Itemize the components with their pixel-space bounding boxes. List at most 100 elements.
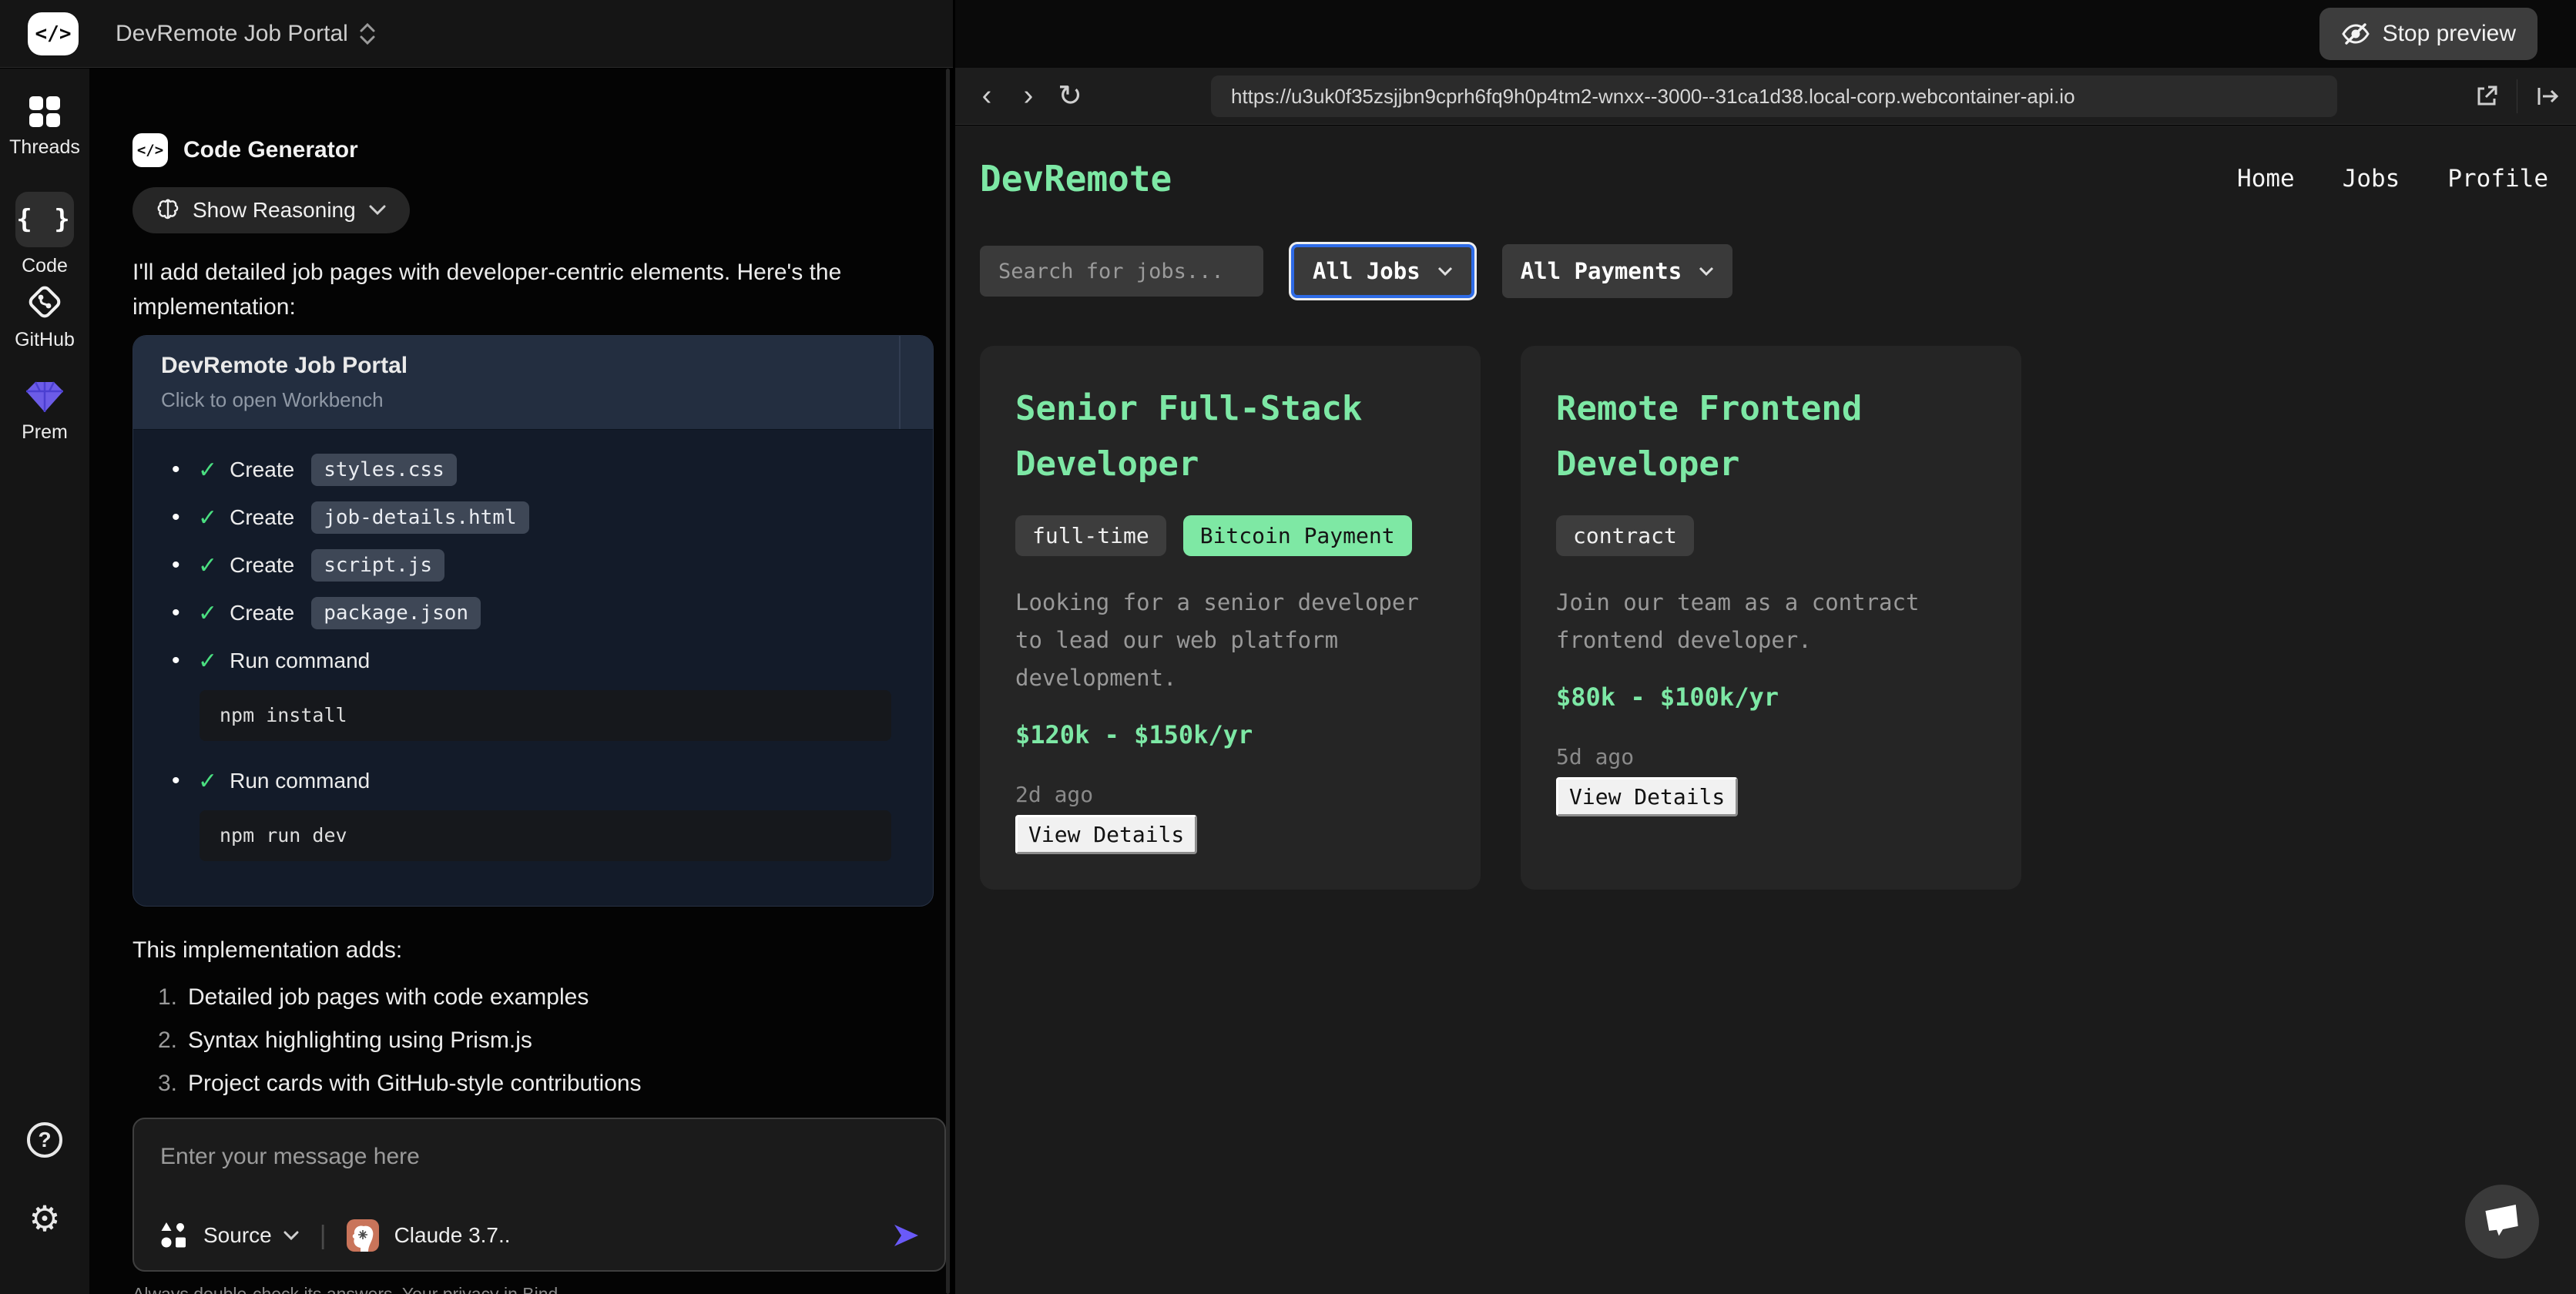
job-posted: 5d ago [1556, 744, 1986, 769]
chat-panel: </> Code Generator Show Reasoning I'll a… [89, 69, 946, 1294]
job-tags: full-time Bitcoin Payment [1015, 515, 1445, 556]
browser-toolbar: ‹ › ↻ https://u3uk0f35zsjjbn9cprh6fq9h0p… [955, 68, 2576, 125]
composer-input[interactable]: Enter your message here [160, 1144, 921, 1170]
sidebar-item-threads[interactable]: Threads [0, 95, 89, 159]
file-chip[interactable]: job-details.html [311, 501, 528, 534]
project-title: DevRemote Job Portal [116, 21, 348, 47]
sidebar-item-prem[interactable]: Prem [0, 380, 89, 444]
source-selector[interactable]: Source [203, 1223, 300, 1248]
sidebar-rail: Threads { } Code GitHub Prem ? ⚙ [0, 69, 89, 1294]
back-button[interactable]: ‹ [966, 79, 1008, 112]
chat-scrollbar[interactable] [946, 69, 950, 1294]
disclaimer: Always double-check its answers. Your pr… [132, 1284, 923, 1294]
source-label: Source [203, 1223, 272, 1248]
send-button[interactable] [891, 1222, 921, 1249]
workbench-header-divider [899, 336, 901, 429]
chevron-down-icon [283, 1231, 300, 1241]
summary-item: Project cards with GitHub-style contribu… [132, 1062, 923, 1105]
site-header: DevRemote Home Jobs Profile [955, 126, 2576, 199]
job-type-select[interactable]: All Jobs [1291, 244, 1474, 298]
forward-button[interactable]: › [1008, 79, 1049, 112]
job-tags: contract [1556, 515, 1986, 556]
site-nav: Home Jobs Profile [2237, 165, 2548, 193]
view-details-button[interactable]: View Details [1556, 777, 1738, 816]
help-button[interactable]: ? [0, 1122, 89, 1158]
nav-link-profile[interactable]: Profile [2447, 165, 2548, 193]
nav-link-home[interactable]: Home [2237, 165, 2295, 193]
show-reasoning-label: Show Reasoning [193, 198, 356, 223]
reload-button[interactable]: ↻ [1049, 79, 1091, 113]
check-icon: ✓ [198, 648, 217, 675]
model-label[interactable]: Claude 3.7.. [394, 1223, 511, 1248]
summary-title: This implementation adds: [132, 937, 923, 964]
step-label: Create [230, 601, 294, 625]
open-external-button[interactable] [2474, 83, 2500, 109]
app-logo-icon[interactable]: </> [28, 12, 79, 55]
job-filters: All Jobs All Payments [980, 244, 2576, 298]
preview-site: DevRemote Home Jobs Profile All Jobs All… [955, 126, 2576, 1294]
project-title-menu[interactable]: DevRemote Job Portal [116, 0, 376, 68]
sidebar-label: GitHub [15, 329, 75, 351]
brain-icon [156, 199, 180, 222]
url-bar[interactable]: https://u3uk0f35zsjjbn9cprh6fq9h0p4tm2-w… [1211, 75, 2337, 117]
browser-toolbar-right [2474, 68, 2576, 125]
bullet-icon: • [172, 648, 186, 674]
composer-toolbar: Source | Claude 3.7.. [160, 1219, 921, 1252]
job-card-list: Senior Full-Stack Developer full-time Bi… [980, 346, 2576, 890]
sidebar-item-code[interactable]: { } Code [0, 192, 89, 277]
chat-fab[interactable] [2465, 1185, 2539, 1259]
workbench-step: • ✓ Run command npm install [172, 644, 891, 741]
divider: | [320, 1221, 327, 1251]
chevron-down-icon [368, 205, 387, 216]
sidebar-label: Threads [9, 136, 80, 159]
job-salary: $120k - $150k/yr [1015, 720, 1445, 749]
job-card: Senior Full-Stack Developer full-time Bi… [980, 346, 1481, 890]
file-chip[interactable]: package.json [311, 597, 481, 629]
settings-button[interactable]: ⚙ [0, 1198, 89, 1239]
summary-item: Detailed job pages with code examples [132, 976, 923, 1019]
step-label: Create [230, 458, 294, 482]
file-chip[interactable]: script.js [311, 549, 444, 582]
gear-icon: ⚙ [29, 1198, 60, 1239]
nav-link-jobs[interactable]: Jobs [2343, 165, 2400, 193]
file-chip[interactable]: styles.css [311, 454, 457, 486]
workbench-subtitle: Click to open Workbench [161, 388, 905, 412]
step-label: Create [230, 553, 294, 578]
sidebar-label: Prem [22, 421, 68, 444]
job-tag: contract [1556, 515, 1694, 556]
job-search-input[interactable] [980, 246, 1263, 297]
url-text: https://u3uk0f35zsjjbn9cprh6fq9h0p4tm2-w… [1231, 85, 2075, 109]
sidebar-item-github[interactable]: GitHub [0, 283, 89, 351]
show-reasoning-button[interactable]: Show Reasoning [132, 187, 410, 233]
workbench-step: • ✓ Create package.json [172, 596, 891, 630]
step-label: Run command [230, 649, 370, 673]
eye-off-icon [2341, 21, 2370, 47]
privacy-link[interactable]: privacy [443, 1284, 499, 1294]
job-card: Remote Frontend Developer contract Join … [1521, 346, 2021, 890]
sidebar-label: Code [22, 255, 68, 277]
external-link-icon [2474, 83, 2500, 109]
open-side-panel-button[interactable] [2534, 83, 2561, 109]
check-icon: ✓ [198, 600, 217, 627]
chevron-down-icon [1437, 267, 1453, 276]
payment-type-select[interactable]: All Payments [1502, 244, 1733, 298]
view-details-button[interactable]: View Details [1015, 815, 1197, 854]
command-block[interactable]: npm run dev [200, 810, 891, 861]
site-brand[interactable]: DevRemote [980, 158, 1172, 199]
job-salary: $80k - $100k/yr [1556, 682, 1986, 712]
bullet-icon: • [172, 505, 186, 531]
stop-preview-button[interactable]: Stop preview [2319, 8, 2537, 60]
threads-grid-icon [26, 95, 63, 129]
workbench-title: DevRemote Job Portal [161, 353, 905, 379]
send-arrow-icon [891, 1222, 921, 1249]
workbench-card-header[interactable]: DevRemote Job Portal Click to open Workb… [133, 336, 933, 430]
job-posted: 2d ago [1015, 782, 1445, 807]
job-description: Join our team as a contract frontend dev… [1556, 584, 1986, 659]
titlebar: </> DevRemote Job Portal [0, 0, 953, 68]
assistant-message: I'll add detailed job pages with develop… [132, 255, 891, 324]
screen: </> DevRemote Job Portal Threads { } Cod… [0, 0, 2576, 1294]
message-composer[interactable]: Enter your message here Source | Claude … [132, 1118, 946, 1272]
panel-arrow-icon [2534, 83, 2561, 109]
command-block[interactable]: npm install [200, 690, 891, 741]
job-title: Senior Full-Stack Developer [1015, 381, 1445, 492]
